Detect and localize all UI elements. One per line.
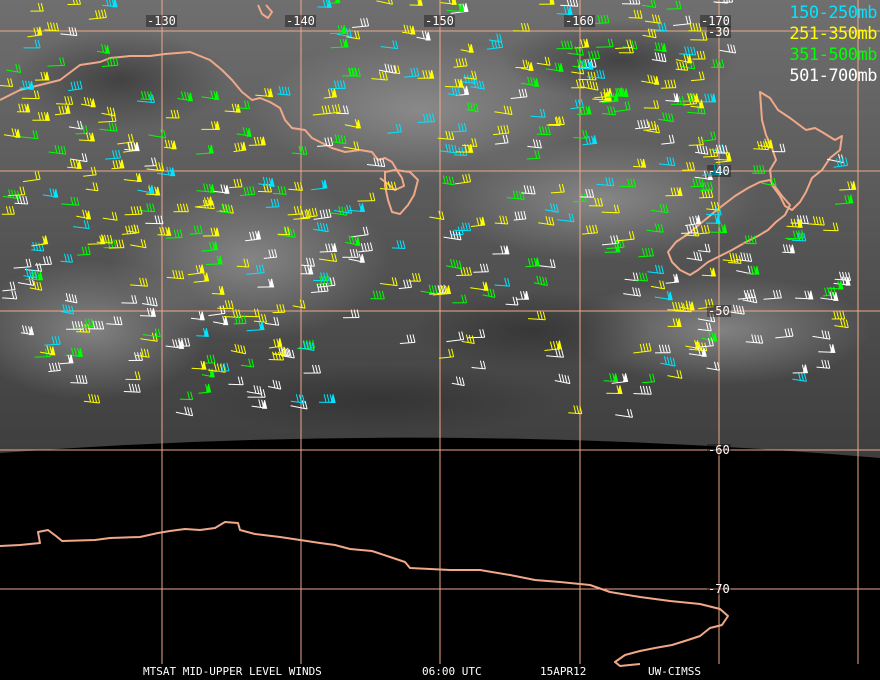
lat-label-70: -70 xyxy=(707,582,731,596)
lon-label-160: -160 xyxy=(564,14,595,28)
lon-label-150: -150 xyxy=(424,14,455,28)
legend-item-501-700: 501-700mb xyxy=(789,66,877,86)
footer-caption: MTSAT MID-UPPER LEVEL WINDS 06:00 UTC 15… xyxy=(0,664,880,680)
lat-label-30: -30 xyxy=(707,25,731,39)
map-canvas xyxy=(0,0,880,680)
footer-source: UW-CIMSS xyxy=(648,665,701,678)
lon-label-140: -140 xyxy=(285,14,316,28)
legend-item-150-250: 150-250mb xyxy=(789,3,877,23)
footer-product: MTSAT MID-UPPER LEVEL WINDS xyxy=(143,665,322,678)
lat-label-50: -50 xyxy=(707,304,731,318)
satellite-wind-map: -130 -140 -150 -160 -170 -30 -40 -50 -60… xyxy=(0,0,880,680)
lat-label-60: -60 xyxy=(707,443,731,457)
pressure-level-legend: 150-250mb 251-350mb 351-500mb 501-700mb xyxy=(789,3,877,87)
footer-time: 06:00 UTC xyxy=(422,665,482,678)
footer-date: 15APR12 xyxy=(540,665,587,678)
lat-label-40: -40 xyxy=(707,164,731,178)
legend-item-351-500: 351-500mb xyxy=(789,45,877,65)
lon-label-130: -130 xyxy=(146,14,177,28)
legend-item-251-350: 251-350mb xyxy=(789,24,877,44)
